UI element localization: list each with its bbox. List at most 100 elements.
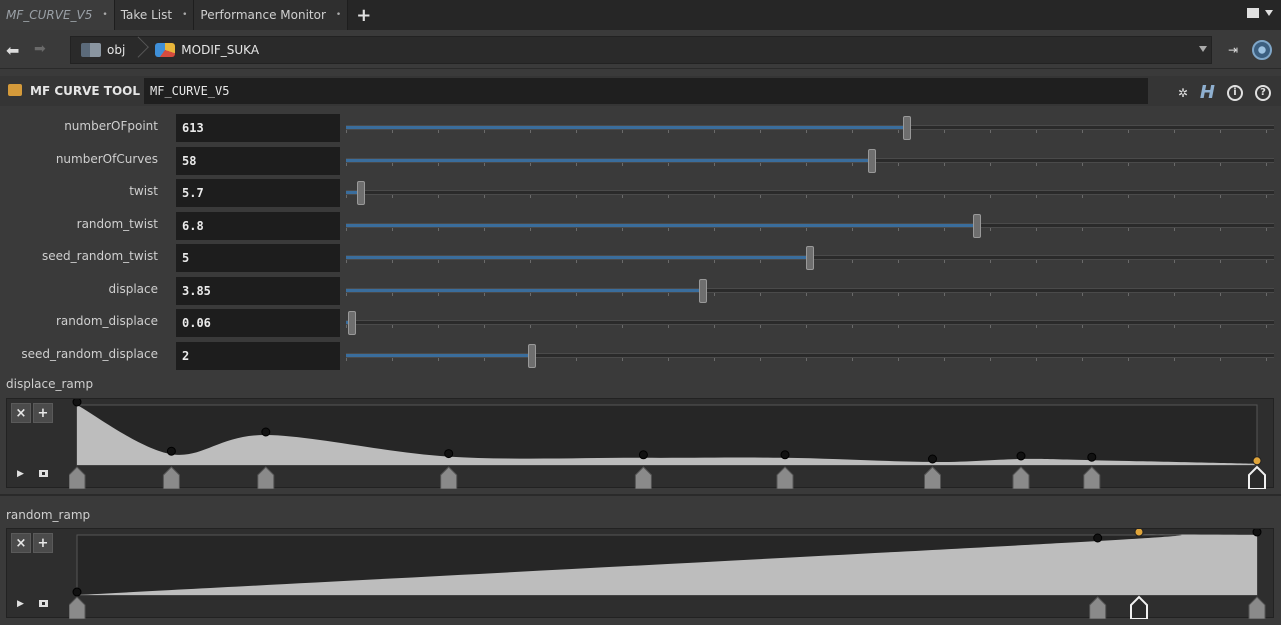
add-key-button[interactable]: + bbox=[33, 533, 53, 553]
parameter-slider[interactable] bbox=[346, 246, 1274, 270]
displace-ramp-curve[interactable] bbox=[69, 399, 1269, 489]
ramp-key-handle[interactable] bbox=[69, 596, 86, 619]
tab-take-list[interactable]: Take List • bbox=[114, 0, 195, 30]
parameter-slider[interactable] bbox=[346, 343, 1274, 368]
ramp-fit-icon[interactable] bbox=[39, 600, 48, 607]
parameter-row: random_twist 6.8 bbox=[0, 210, 1281, 240]
ramp-fit-icon[interactable] bbox=[39, 470, 48, 477]
help-icon[interactable]: ? bbox=[1255, 84, 1271, 101]
node-type-label: MF CURVE TOOL bbox=[30, 84, 141, 98]
slider-handle[interactable] bbox=[868, 148, 877, 173]
pin-icon[interactable]: ⇥ bbox=[1228, 43, 1238, 57]
parameter-value-field[interactable]: 5.7 bbox=[176, 179, 340, 207]
ramp-key-point[interactable] bbox=[1087, 452, 1097, 462]
ramp-key-handle[interactable] bbox=[1248, 596, 1266, 619]
delete-key-button[interactable]: × bbox=[11, 533, 31, 553]
slider-handle[interactable] bbox=[806, 246, 814, 270]
ramp-key-handle[interactable] bbox=[776, 466, 794, 489]
parameter-slider[interactable] bbox=[346, 278, 1274, 303]
breadcrumb-label: obj bbox=[107, 43, 126, 57]
pane-menu-chevron-icon[interactable] bbox=[1265, 10, 1273, 16]
parameter-slider[interactable] bbox=[346, 311, 1274, 335]
parameter-slider[interactable] bbox=[346, 116, 1274, 140]
random-ramp-editor[interactable]: × + ▶ bbox=[6, 528, 1274, 619]
ramp-key-point[interactable] bbox=[72, 587, 82, 597]
parameter-label: random_displace bbox=[55, 314, 158, 328]
ramp-key-point[interactable] bbox=[1093, 533, 1103, 543]
parameter-value-field[interactable]: 613 bbox=[176, 114, 340, 142]
ramp-key-point[interactable] bbox=[1016, 451, 1026, 461]
node-name-field[interactable]: MF_CURVE_V5 bbox=[144, 78, 1148, 104]
parameter-value-field[interactable]: 5 bbox=[176, 244, 340, 272]
parameter-value-field[interactable]: 3.85 bbox=[176, 276, 340, 305]
ramp-key-handle[interactable] bbox=[1089, 596, 1107, 619]
ramp-key-handle[interactable] bbox=[1083, 466, 1101, 489]
tab-close-icon[interactable]: • bbox=[182, 10, 187, 20]
ramp-title: random_ramp bbox=[6, 508, 91, 522]
displace-ramp-editor[interactable]: × + ▶ bbox=[6, 398, 1274, 489]
ramp-key-handle[interactable] bbox=[162, 466, 180, 489]
ramp-key-handle[interactable] bbox=[1130, 595, 1148, 619]
parameter-value-field[interactable]: 6.8 bbox=[176, 211, 340, 240]
expand-arrow-icon[interactable]: ▶ bbox=[17, 599, 24, 609]
parameter-label: displace bbox=[108, 281, 159, 296]
delete-key-button[interactable]: × bbox=[11, 403, 31, 423]
parameter-value-field[interactable]: 0.06 bbox=[176, 309, 340, 337]
ramp-key-point[interactable] bbox=[928, 454, 937, 464]
tab-close-icon[interactable]: • bbox=[102, 10, 107, 20]
breadcrumb-obj[interactable]: obj bbox=[71, 37, 135, 63]
houdini-icon[interactable]: H bbox=[1200, 82, 1215, 103]
parameter-label: numberOfCurves bbox=[55, 151, 158, 166]
path-history-dropdown-icon[interactable] bbox=[1199, 46, 1207, 52]
ramp-key-point[interactable] bbox=[1134, 529, 1144, 537]
ramp-key-point[interactable] bbox=[261, 427, 271, 437]
pane-layout-icon[interactable] bbox=[1247, 8, 1259, 18]
ramp-key-point[interactable] bbox=[72, 399, 82, 407]
ramp-key-point[interactable] bbox=[1252, 456, 1262, 466]
tab-mf-curve-v5[interactable]: MF_CURVE_V5 • bbox=[0, 0, 115, 30]
slider-handle[interactable] bbox=[902, 116, 911, 140]
tab-label: Performance Monitor bbox=[200, 8, 326, 22]
expand-arrow-icon[interactable]: ▶ bbox=[17, 469, 24, 479]
ramp-key-point[interactable] bbox=[638, 450, 648, 460]
slider-ticks bbox=[346, 325, 1274, 328]
parameter-value-field[interactable]: 2 bbox=[176, 341, 340, 370]
ramp-key-handle[interactable] bbox=[69, 466, 86, 489]
ramp-key-handle[interactable] bbox=[634, 466, 652, 489]
info-icon[interactable]: i bbox=[1227, 84, 1243, 101]
slider-handle[interactable] bbox=[356, 181, 365, 205]
parameter-slider[interactable] bbox=[346, 213, 1274, 238]
tab-close-icon[interactable]: • bbox=[336, 10, 341, 20]
ramp-key-point[interactable] bbox=[166, 446, 176, 456]
parameter-slider[interactable] bbox=[346, 181, 1274, 205]
ramp-key-point[interactable] bbox=[1252, 529, 1262, 537]
ramp-key-point[interactable] bbox=[780, 450, 790, 460]
ramp-key-handle[interactable] bbox=[1012, 466, 1030, 489]
back-arrow-icon[interactable]: ⬅ bbox=[6, 41, 19, 60]
add-tab-button[interactable]: + bbox=[356, 5, 371, 26]
ramp-key-point[interactable] bbox=[444, 449, 454, 459]
gear-icon[interactable]: ✲ bbox=[1178, 86, 1188, 100]
link-pane-icon[interactable] bbox=[1252, 40, 1272, 60]
tab-performance-monitor[interactable]: Performance Monitor • bbox=[194, 0, 349, 30]
slider-ticks bbox=[346, 292, 1274, 296]
forward-arrow-icon[interactable]: ➡ bbox=[34, 41, 46, 57]
add-key-button[interactable]: + bbox=[33, 403, 53, 423]
parameter-slider[interactable] bbox=[346, 148, 1274, 173]
ramp-key-handle[interactable] bbox=[440, 466, 458, 489]
random-ramp-curve[interactable] bbox=[69, 529, 1269, 619]
slider-handle[interactable] bbox=[347, 311, 356, 335]
slider-handle[interactable] bbox=[973, 213, 982, 238]
ramp-key-handle[interactable] bbox=[1248, 465, 1266, 489]
ramp-key-handle[interactable] bbox=[924, 466, 941, 489]
slider-handle[interactable] bbox=[699, 278, 708, 303]
breadcrumb-modif-suka[interactable]: MODIF_SUKA bbox=[145, 37, 269, 63]
parameter-label: seed_random_twist bbox=[42, 249, 158, 263]
parameter-value-field[interactable]: 58 bbox=[176, 146, 340, 175]
slider-handle[interactable] bbox=[527, 343, 536, 368]
ramp-key-handle[interactable] bbox=[257, 466, 275, 489]
slider-ticks bbox=[346, 227, 1274, 231]
slider-ticks bbox=[346, 162, 1274, 166]
network-path-field[interactable]: obj MODIF_SUKA bbox=[70, 36, 1212, 64]
tab-label: Take List bbox=[120, 8, 173, 22]
